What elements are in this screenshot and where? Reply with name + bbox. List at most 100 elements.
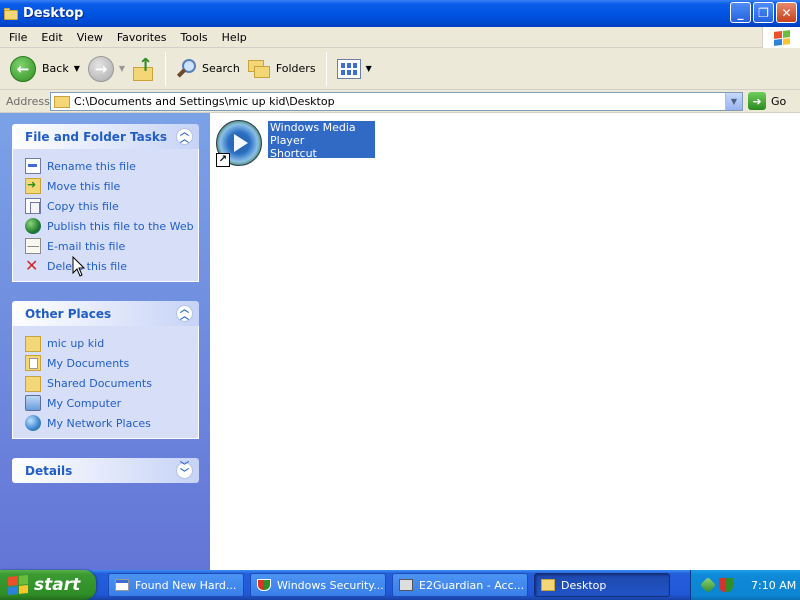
move-icon <box>25 178 41 194</box>
toolbar-separator <box>165 51 167 86</box>
task-label: Publish this file to the Web <box>47 219 194 233</box>
place-label: mic up kid <box>47 336 105 350</box>
go-button[interactable]: ➜ Go <box>748 92 786 110</box>
taskbar-button-label: Desktop <box>561 578 607 592</box>
panel-title: Other Places <box>25 306 112 321</box>
back-label: Back <box>42 62 69 75</box>
back-dropdown-icon[interactable]: ▼ <box>74 64 80 73</box>
folders-button[interactable]: Folders <box>244 51 320 87</box>
taskbar-button-found-new-hardware[interactable]: Found New Hard... <box>108 573 244 597</box>
task-rename[interactable]: Rename this file <box>25 156 198 176</box>
details-panel: Details ﹀ ﹀ <box>12 458 199 483</box>
forward-dropdown-icon[interactable]: ▼ <box>119 64 125 73</box>
back-arrow-icon: ← <box>10 55 36 82</box>
rename-icon <box>25 158 41 174</box>
panel-title: Details <box>25 463 73 478</box>
windows-media-player-icon: ↗ <box>215 119 263 167</box>
start-button[interactable]: start <box>0 570 96 600</box>
windows-logo-icon <box>8 574 28 596</box>
folder-icon <box>4 7 18 20</box>
views-button[interactable]: ▼ <box>333 51 376 87</box>
place-label: My Network Places <box>47 416 151 430</box>
details-header[interactable]: Details ﹀ ﹀ <box>12 458 199 483</box>
file-folder-tasks-list: Rename this file Move this file Copy thi… <box>12 149 199 282</box>
collapse-chevron-up-icon[interactable]: ︿ ︿ <box>176 305 193 322</box>
up-folder-button[interactable]: ↑ <box>129 51 159 87</box>
task-copy[interactable]: Copy this file <box>25 196 198 216</box>
email-icon <box>25 238 41 254</box>
address-input[interactable]: C:\Documents and Settings\mic up kid\Des… <box>50 92 743 111</box>
clock[interactable]: 7:10 AM <box>751 579 796 592</box>
minimize-button[interactable]: _ <box>730 2 751 23</box>
copy-icon <box>25 198 41 214</box>
my-computer-icon <box>25 395 41 411</box>
search-label: Search <box>202 62 240 75</box>
folder-icon <box>25 376 41 392</box>
address-dropdown-icon[interactable]: ▼ <box>725 93 742 110</box>
place-mic-up-kid[interactable]: mic up kid <box>25 333 198 353</box>
taskbar-button-label: Found New Hard... <box>135 578 237 592</box>
file-item-wmp-shortcut[interactable]: ↗ Windows Media Player Shortcut 1 KB <box>215 119 375 173</box>
collapse-chevron-up-icon[interactable]: ︿ ︿ <box>176 128 193 145</box>
views-icon <box>336 58 361 79</box>
place-my-computer[interactable]: My Computer <box>25 393 198 413</box>
task-email[interactable]: E-mail this file <box>25 236 198 256</box>
other-places-header[interactable]: Other Places ︿ ︿ <box>12 301 199 326</box>
go-arrow-icon: ➜ <box>748 92 766 110</box>
taskbar-button-windows-security[interactable]: Windows Security... <box>250 573 386 597</box>
other-places-list: mic up kid My Documents Shared Documents… <box>12 326 199 439</box>
task-delete[interactable]: ✕ Delete this file <box>25 256 198 276</box>
window-controls: _ ❐ ✕ <box>730 2 797 23</box>
place-my-documents[interactable]: My Documents <box>25 353 198 373</box>
back-button[interactable]: ← Back ▼ <box>6 51 84 87</box>
task-label: Rename this file <box>47 159 136 173</box>
panel-title: File and Folder Tasks <box>25 129 168 144</box>
taskbar-button-label: E2Guardian - Acc... <box>419 578 525 592</box>
place-shared-documents[interactable]: Shared Documents <box>25 373 198 393</box>
file-size: 1 KB <box>270 160 296 173</box>
expand-chevron-down-icon[interactable]: ﹀ ﹀ <box>176 462 193 479</box>
file-name: Windows Media Player <box>270 121 356 147</box>
title-bar[interactable]: Desktop _ ❐ ✕ <box>0 0 800 27</box>
folder-icon <box>541 579 555 591</box>
other-places-panel: Other Places ︿ ︿ mic up kid My Documents … <box>12 301 199 439</box>
address-label: Address <box>6 94 50 108</box>
place-label: My Documents <box>47 356 130 370</box>
system-tray: 7:10 AM <box>690 570 800 600</box>
close-button[interactable]: ✕ <box>776 2 797 23</box>
my-documents-icon <box>25 355 41 371</box>
search-button[interactable]: Search <box>172 51 244 87</box>
menu-file[interactable]: File <box>0 31 34 44</box>
network-tray-icon[interactable] <box>700 577 716 593</box>
delete-icon: ✕ <box>25 256 39 275</box>
menu-tools[interactable]: Tools <box>174 31 215 44</box>
window-icon <box>115 579 129 591</box>
task-move[interactable]: Move this file <box>25 176 198 196</box>
maximize-button[interactable]: ❐ <box>753 2 774 23</box>
place-label: My Computer <box>47 396 122 410</box>
taskbar-button-e2guardian[interactable]: E2Guardian - Acc... <box>392 573 528 597</box>
shortcut-arrow-icon: ↗ <box>216 153 230 167</box>
toolbar-separator <box>325 51 327 86</box>
security-tray-icon[interactable] <box>719 578 733 592</box>
web-publish-icon <box>25 218 41 234</box>
windows-logo-icon <box>762 27 800 48</box>
file-folder-tasks-header[interactable]: File and Folder Tasks ︿ ︿ <box>12 124 199 149</box>
search-icon <box>176 58 198 80</box>
place-my-network-places[interactable]: My Network Places <box>25 413 198 433</box>
task-label: Move this file <box>47 179 121 193</box>
task-label: E-mail this file <box>47 239 126 253</box>
menu-favorites[interactable]: Favorites <box>110 31 174 44</box>
file-view[interactable]: ↗ Windows Media Player Shortcut 1 KB <box>210 113 800 570</box>
views-dropdown-icon[interactable]: ▼ <box>366 64 372 73</box>
task-publish-web[interactable]: Publish this file to the Web <box>25 216 198 236</box>
go-label: Go <box>771 94 787 108</box>
taskbar-button-desktop[interactable]: Desktop <box>534 573 670 597</box>
address-bar: Address C:\Documents and Settings\mic up… <box>0 90 800 113</box>
network-places-icon <box>25 415 41 431</box>
menu-help[interactable]: Help <box>215 31 254 44</box>
place-label: Shared Documents <box>47 376 152 390</box>
menu-edit[interactable]: Edit <box>34 31 69 44</box>
menu-view[interactable]: View <box>70 31 110 44</box>
forward-button[interactable]: → ▼ <box>84 51 129 87</box>
